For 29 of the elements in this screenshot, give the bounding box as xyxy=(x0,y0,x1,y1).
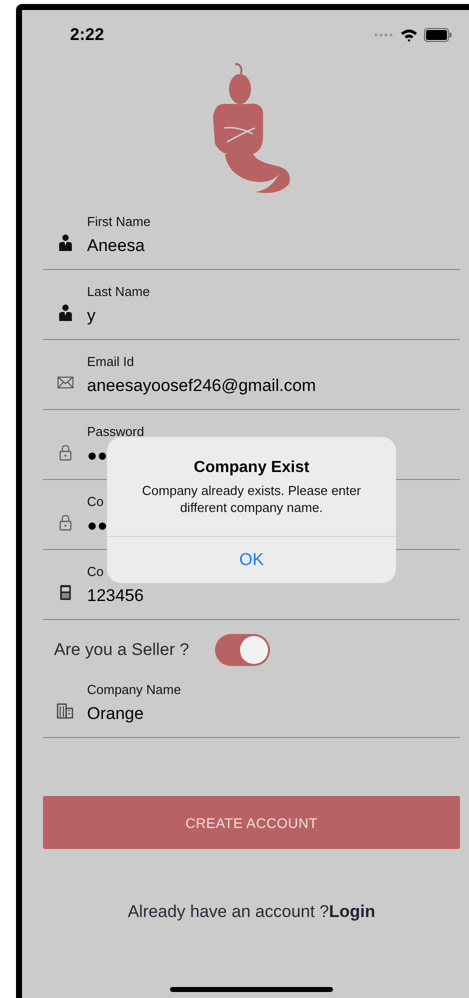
signal-icon xyxy=(374,32,394,38)
field-label: Email Id xyxy=(87,354,135,370)
field-label: Last Name xyxy=(87,284,150,300)
battery-icon xyxy=(424,28,452,42)
envelope-icon xyxy=(56,374,74,391)
field-label: First Name xyxy=(87,214,151,230)
input-field[interactable]: Orange xyxy=(87,703,181,725)
input-field[interactable]: 123456 xyxy=(87,585,144,607)
field-label: Co xyxy=(87,564,105,580)
alert-title: Company Exist xyxy=(194,459,310,477)
field-label: Company Name xyxy=(87,682,181,698)
person-icon xyxy=(56,304,74,321)
seller-toggle[interactable] xyxy=(215,634,270,666)
input-field[interactable]: aneesayoosef246@gmail.com xyxy=(87,375,316,397)
field-label: Co xyxy=(87,494,105,510)
wifi-icon xyxy=(400,28,418,42)
alert-message: Company already exists. Please enter different company name. xyxy=(141,482,362,516)
login-prompt: Already have an account ? xyxy=(128,902,330,922)
lock-icon xyxy=(56,444,74,461)
person-icon xyxy=(56,234,74,251)
lock-icon xyxy=(56,514,74,531)
input-field[interactable]: y xyxy=(87,305,150,327)
status-time: 2:22 xyxy=(70,25,104,45)
seller-label: Are you a Seller ? xyxy=(54,640,190,660)
building-icon xyxy=(55,702,75,719)
login-link[interactable]: Login xyxy=(329,902,376,922)
field-label: Password xyxy=(87,424,144,440)
input-field[interactable]: ●● xyxy=(87,515,108,537)
input-field[interactable]: Aneesa xyxy=(87,235,151,257)
